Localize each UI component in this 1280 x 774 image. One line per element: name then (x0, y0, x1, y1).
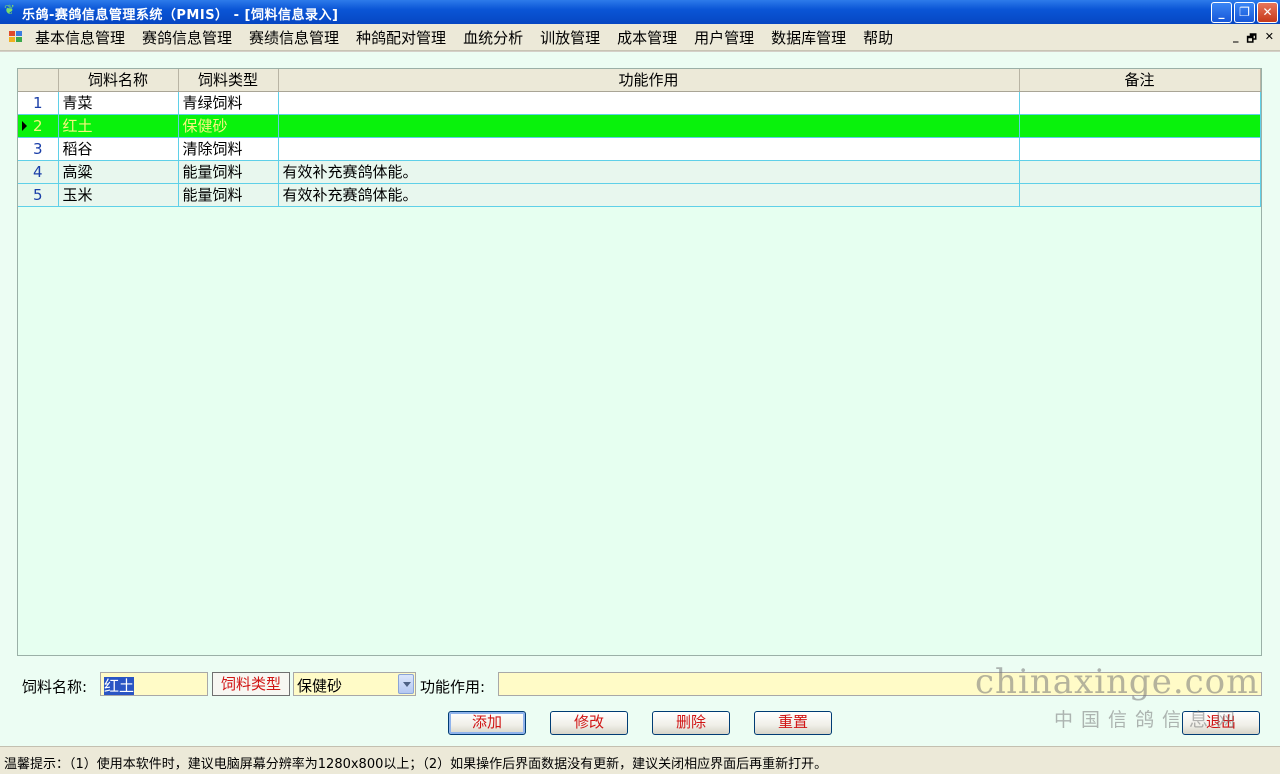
table-header: 饲料名称 饲料类型 功能作用 备注 (18, 69, 1261, 92)
cell-remark[interactable] (1019, 160, 1261, 184)
mdi-minimize-button[interactable]: _ (1233, 30, 1239, 49)
cell-remark[interactable] (1019, 183, 1261, 207)
menu-pedigree[interactable]: 血统分析 (454, 28, 531, 48)
table-row-selected[interactable]: 2 红土 保健砂 (18, 114, 1261, 138)
cell-type[interactable]: 能量饲料 (178, 183, 279, 207)
cell-type[interactable]: 清除饲料 (178, 137, 279, 161)
minimize-button[interactable]: _ (1211, 2, 1232, 23)
table-row[interactable]: 5 玉米 能量饲料 有效补充赛鸽体能。 (18, 183, 1261, 207)
mdi-close-button[interactable]: ✕ (1265, 30, 1274, 49)
cell-type[interactable]: 保健砂 (178, 114, 279, 138)
col-header-name[interactable]: 饲料名称 (58, 69, 179, 92)
cell-name[interactable]: 玉米 (58, 183, 179, 207)
table-row[interactable]: 4 高粱 能量饲料 有效补充赛鸽体能。 (18, 160, 1261, 184)
menu-training[interactable]: 训放管理 (531, 28, 608, 48)
feed-table: 饲料名称 饲料类型 功能作用 备注 1 青菜 青绿饲料 2 红土 保健砂 3 稻… (18, 69, 1261, 207)
mdi-restore-button[interactable]: 🗗 (1246, 30, 1256, 49)
menu-pigeon-info[interactable]: 赛鸽信息管理 (133, 28, 240, 48)
col-header-function[interactable]: 功能作用 (278, 69, 1020, 92)
function-label: 功能作用: (420, 678, 486, 696)
row-number: 2 (32, 116, 43, 135)
feed-type-button[interactable]: 饲料类型 (212, 672, 290, 696)
cell-function[interactable] (278, 91, 1020, 115)
window-controls: _ ❐ ✕ (1211, 2, 1278, 23)
window-title: 乐鸽-赛鸽信息管理系统（PMIS） - [饲料信息录入] (22, 8, 339, 23)
watermark-brand: chinaxinge.com (975, 662, 1260, 702)
table-row[interactable]: 1 青菜 青绿饲料 (18, 91, 1261, 115)
menu-database[interactable]: 数据库管理 (762, 28, 854, 48)
col-header-type[interactable]: 饲料类型 (178, 69, 279, 92)
col-header-remark[interactable]: 备注 (1019, 69, 1261, 92)
cell-type[interactable]: 能量饲料 (178, 160, 279, 184)
watermark-cn: 中国信鸽信息网 (1054, 709, 1244, 731)
delete-button[interactable]: 删除 (652, 711, 730, 735)
status-bar: 温馨提示：（1）使用本软件时，建议电脑屏幕分辨率为1280x800以上；（2）如… (0, 746, 1280, 774)
table-row[interactable]: 3 稻谷 清除饲料 (18, 137, 1261, 161)
row-number[interactable]: 5 (18, 183, 59, 207)
cell-function[interactable] (278, 114, 1020, 138)
row-number[interactable]: 4 (18, 160, 59, 184)
cell-name[interactable]: 稻谷 (58, 137, 179, 161)
row-number[interactable]: 3 (18, 137, 59, 161)
menu-items: 基本信息管理 赛鸽信息管理 赛绩信息管理 种鸽配对管理 血统分析 训放管理 成本… (26, 28, 901, 48)
cell-type[interactable]: 青绿饲料 (178, 91, 279, 115)
feed-type-select[interactable]: 保健砂 (293, 672, 416, 696)
menu-bar: 基本信息管理 赛鸽信息管理 赛绩信息管理 种鸽配对管理 血统分析 训放管理 成本… (0, 24, 1280, 51)
cell-name[interactable]: 高粱 (58, 160, 179, 184)
app-logo-icon: ❦ (4, 3, 15, 18)
corner-header[interactable] (18, 69, 59, 92)
menu-breeding-pairs[interactable]: 种鸽配对管理 (347, 28, 454, 48)
close-button[interactable]: ✕ (1257, 2, 1278, 23)
cell-function[interactable]: 有效补充赛鸽体能。 (278, 183, 1020, 207)
cell-remark[interactable] (1019, 137, 1261, 161)
feed-name-input[interactable]: 红土 (100, 672, 208, 696)
chevron-down-icon[interactable] (398, 674, 414, 694)
cell-name[interactable]: 红土 (58, 114, 179, 138)
cell-remark[interactable] (1019, 91, 1261, 115)
feed-type-value: 保健砂 (297, 677, 343, 695)
cell-function[interactable] (278, 137, 1020, 161)
current-row-indicator-icon (22, 120, 27, 131)
cell-remark[interactable] (1019, 114, 1261, 138)
mdi-controls: _ 🗗 ✕ (1233, 30, 1274, 49)
row-number-cell[interactable]: 2 (18, 114, 59, 138)
feed-name-label: 饲料名称: (22, 678, 88, 696)
client-area: 饲料名称 饲料类型 功能作用 备注 1 青菜 青绿饲料 2 红土 保健砂 3 稻… (0, 52, 1280, 746)
menu-cost[interactable]: 成本管理 (608, 28, 685, 48)
modify-button[interactable]: 修改 (550, 711, 628, 735)
reset-button[interactable]: 重置 (754, 711, 832, 735)
status-tip: 温馨提示：（1）使用本软件时，建议电脑屏幕分辨率为1280x800以上；（2）如… (4, 757, 828, 772)
cell-function[interactable]: 有效补充赛鸽体能。 (278, 160, 1020, 184)
menu-basic-info[interactable]: 基本信息管理 (26, 28, 133, 48)
menu-users[interactable]: 用户管理 (685, 28, 762, 48)
feed-name-value: 红土 (104, 677, 135, 695)
restore-button[interactable]: ❐ (1234, 2, 1255, 23)
menu-race-results[interactable]: 赛绩信息管理 (240, 28, 347, 48)
cell-name[interactable]: 青菜 (58, 91, 179, 115)
title-bar: ❦ 乐鸽-赛鸽信息管理系统（PMIS） - [饲料信息录入] _ ❐ ✕ (0, 0, 1280, 24)
mdi-system-menu-icon[interactable] (9, 31, 23, 43)
feed-grid[interactable]: 饲料名称 饲料类型 功能作用 备注 1 青菜 青绿饲料 2 红土 保健砂 3 稻… (17, 68, 1262, 656)
row-number[interactable]: 1 (18, 91, 59, 115)
menu-help[interactable]: 帮助 (854, 28, 901, 48)
add-button[interactable]: 添加 (448, 711, 526, 735)
